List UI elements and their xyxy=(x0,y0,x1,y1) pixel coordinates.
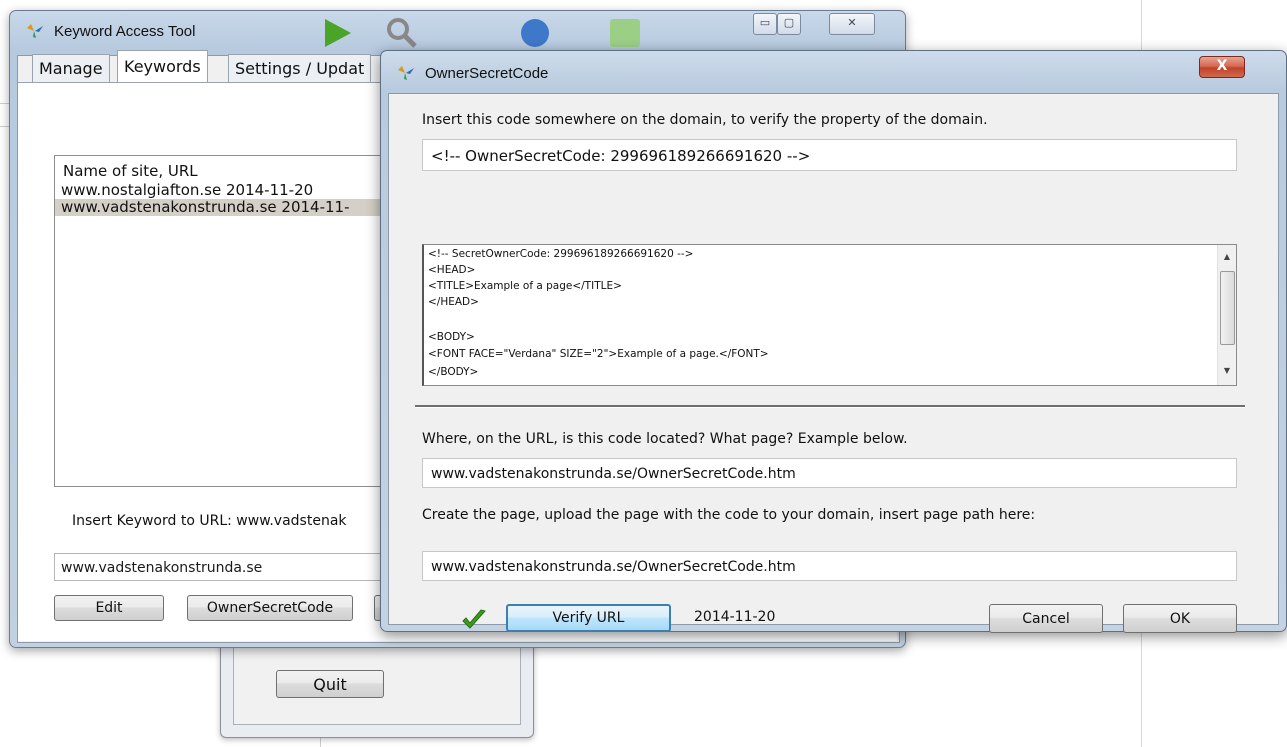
tab-keywords[interactable]: Keywords xyxy=(117,50,208,84)
code-line: </HEAD> xyxy=(428,296,479,308)
url-field[interactable]: www.vadstenakonstrunda.se xyxy=(54,553,394,581)
code-line: </BODY> xyxy=(428,366,479,378)
site-list[interactable]: Name of site, URL www.nostalgiafton.se 2… xyxy=(54,155,396,487)
where-label: Where, on the URL, is this code located?… xyxy=(422,431,908,447)
list-item[interactable]: www.vadstenakonstrunda.se 2014-11- xyxy=(55,199,395,216)
verified-date: 2014-11-20 xyxy=(694,609,776,625)
checkmark-icon xyxy=(462,609,486,629)
owner-secret-code-button[interactable]: OwnerSecretCode xyxy=(187,595,353,621)
example-code-box[interactable]: <!-- SecretOwnerCode: 299696189266691620… xyxy=(422,244,1237,386)
dialog-title: OwnerSecretCode xyxy=(425,65,549,82)
code-scrollbar[interactable]: ▲ ▼ xyxy=(1217,245,1236,385)
scroll-down-arrow-icon[interactable]: ▼ xyxy=(1218,363,1236,379)
background-line xyxy=(0,126,9,127)
tab-settings-updates[interactable]: Settings / Updat xyxy=(228,54,372,83)
cancel-button[interactable]: Cancel xyxy=(989,604,1103,633)
scroll-thumb[interactable] xyxy=(1220,271,1235,345)
code-line: <FONT FACE="Verdana" SIZE="2">Example of… xyxy=(428,348,769,360)
minimize-button[interactable]: ▭ xyxy=(753,13,777,35)
close-button[interactable]: ✕ xyxy=(829,13,875,35)
edit-button[interactable]: Edit xyxy=(54,595,164,621)
verify-url-button[interactable]: Verify URL xyxy=(506,604,671,632)
dialog-body: Insert this code somewhere on the domain… xyxy=(388,93,1279,633)
page-path-field[interactable]: www.vadstenakonstrunda.se/OwnerSecretCod… xyxy=(422,551,1237,581)
create-page-label: Create the page, upload the page with th… xyxy=(422,507,1036,523)
secret-code-field[interactable]: <!-- OwnerSecretCode: 299696189266691620… xyxy=(422,139,1237,171)
instruction-label: Insert this code somewhere on the domain… xyxy=(422,112,988,128)
play-icon[interactable] xyxy=(320,17,354,49)
code-line: <TITLE>Example of a page</TITLE> xyxy=(428,280,622,292)
search-icon[interactable] xyxy=(385,17,419,49)
info-icon[interactable] xyxy=(518,17,552,49)
scroll-up-arrow-icon[interactable]: ▲ xyxy=(1218,249,1236,265)
app-logo-icon xyxy=(398,66,414,80)
maximize-button[interactable]: ▢ xyxy=(777,13,801,35)
code-line: <!-- SecretOwnerCode: 299696189266691620… xyxy=(428,248,694,260)
quit-button[interactable]: Quit xyxy=(276,670,384,698)
refresh-icon[interactable] xyxy=(608,17,642,49)
owner-secret-code-dialog: OwnerSecretCode X Insert this code somew… xyxy=(380,50,1287,633)
ok-button[interactable]: OK xyxy=(1123,604,1237,633)
dialog-close-button[interactable]: X xyxy=(1199,56,1245,78)
insert-keyword-label: Insert Keyword to URL: www.vadstenak xyxy=(72,513,347,529)
main-window-title: Keyword Access Tool xyxy=(54,23,196,40)
background-line xyxy=(0,103,9,104)
list-header: Name of site, URL xyxy=(63,162,198,180)
list-item[interactable]: www.nostalgiafton.se 2014-11-20 xyxy=(55,182,395,199)
example-url-field[interactable]: www.vadstenakonstrunda.se/OwnerSecretCod… xyxy=(422,458,1237,488)
separator xyxy=(415,405,1245,408)
app-logo-icon xyxy=(27,24,43,38)
code-line: <HEAD> xyxy=(428,264,476,276)
tab-manage[interactable]: Manage xyxy=(32,54,110,83)
code-line: <BODY> xyxy=(428,331,475,343)
